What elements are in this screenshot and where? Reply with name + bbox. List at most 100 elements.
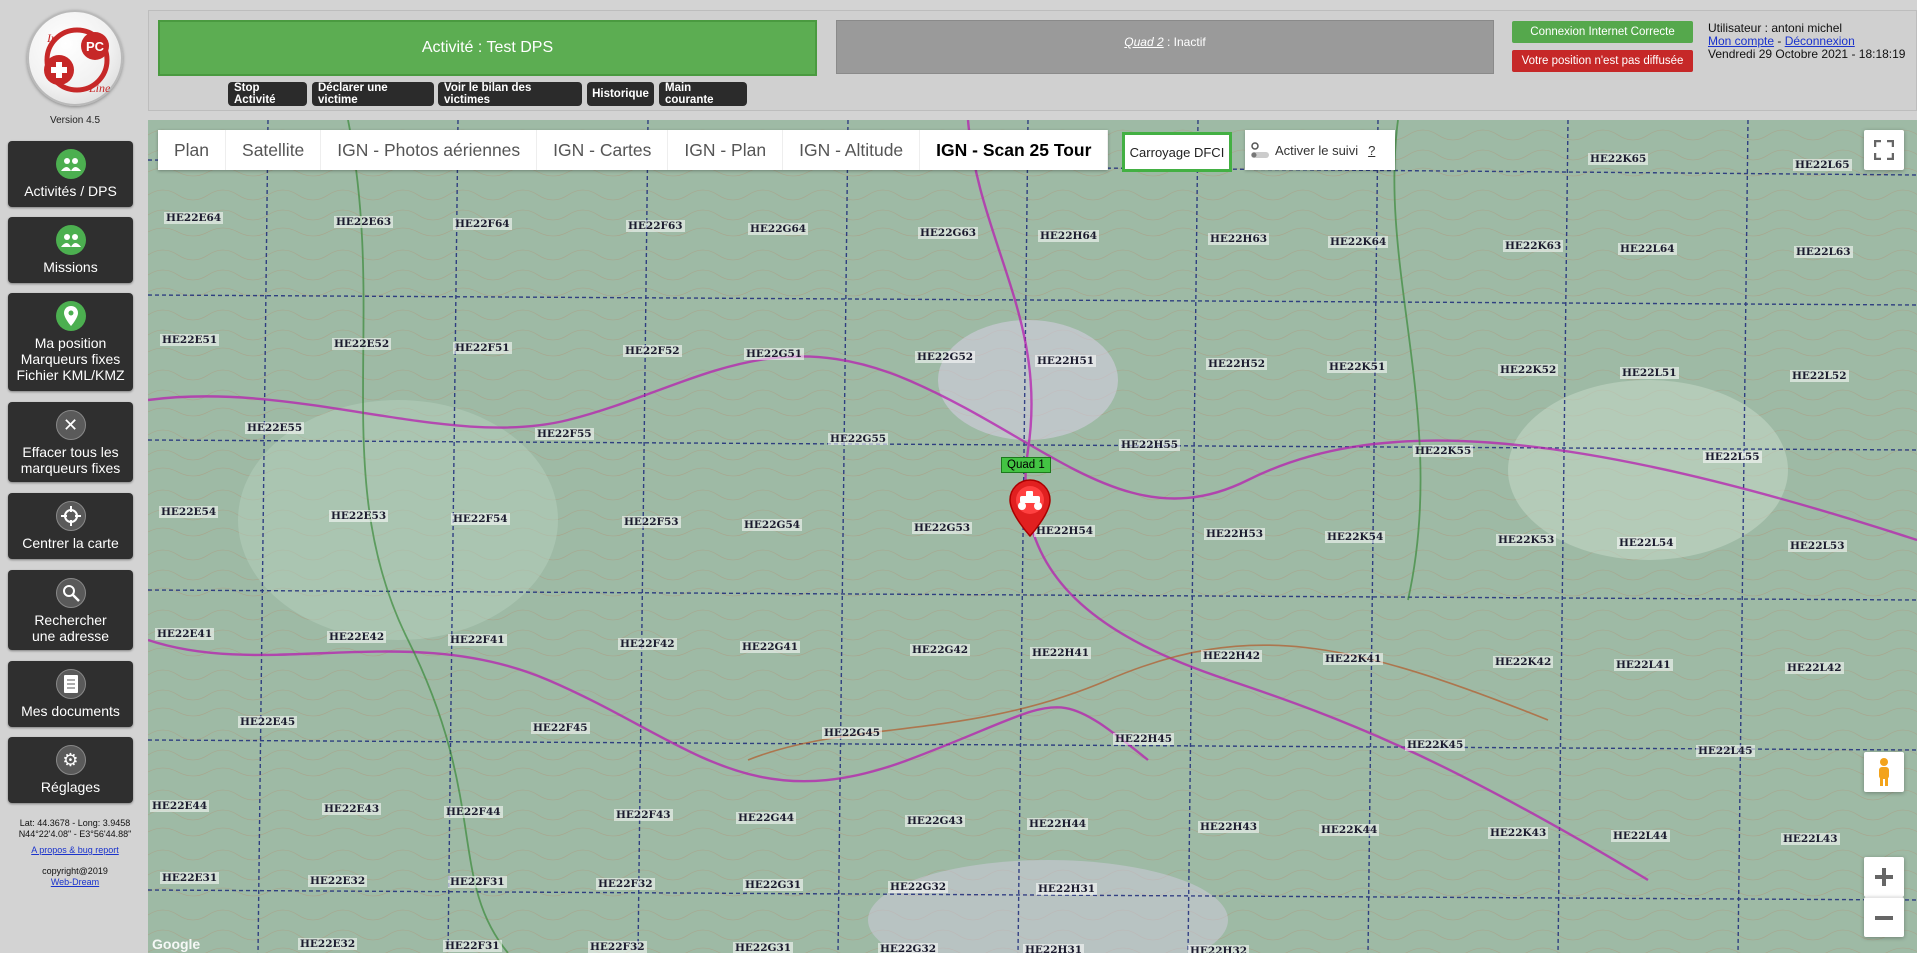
grid-label: HE22K44 [1319,824,1380,836]
grid-label: HE22K54 [1325,531,1386,543]
grid-label: HE22H31 [1023,944,1085,953]
document-icon [55,669,86,699]
center-map-label: Centrer la carte [22,535,119,551]
missions-button[interactable]: Missions [8,217,133,283]
my-account-link[interactable]: Mon compte [1708,34,1774,48]
sidebar: PC In Line Version 4.5 Activités / DPS M… [0,0,140,953]
center-map-button[interactable]: Centrer la carte [8,493,133,559]
my-documents-button[interactable]: Mes documents [8,661,133,727]
gears-icon: ⚙ [55,745,86,775]
tab-plan[interactable]: Plan [158,130,227,170]
grid-label: HE22L64 [1618,243,1677,255]
grid-label: HE22K41 [1323,653,1384,665]
logo-line-text: Line [88,81,111,95]
grid-label: HE22K64 [1328,236,1389,248]
search-address-button[interactable]: Rechercher une adresse [8,570,133,650]
my-position-label: Ma position Marqueurs fixes Fichier KML/… [16,335,125,383]
grid-label: HE22K63 [1503,240,1564,252]
grid-label: HE22E45 [238,716,298,728]
grid-label: HE22H51 [1035,355,1097,367]
grid-label: HE22G64 [748,223,809,235]
quad-name[interactable]: Quad 2 [1124,35,1163,49]
tab-ign-altitude[interactable]: IGN - Altitude [783,130,921,170]
tab-ign-photos[interactable]: IGN - Photos aériennes [321,130,538,170]
fullscreen-button[interactable] [1864,130,1904,170]
grid-label: HE22L55 [1703,451,1762,463]
tab-ign-scan25[interactable]: IGN - Scan 25 Tour [920,130,1109,170]
quad-status-box: Quad 2 : Inactif [836,20,1494,74]
grid-label: HE22L51 [1620,367,1679,379]
position-status-badge: Votre position n'est pas diffusée [1512,50,1693,72]
tab-satellite[interactable]: Satellite [226,130,322,170]
grid-label: HE22F31 [448,876,507,888]
grid-label: HE22K45 [1405,739,1466,751]
carroyage-dfci-toggle[interactable]: Carroyage DFCI [1122,132,1232,172]
map-pin-icon [1009,479,1051,538]
main-courante-button[interactable]: Main courante [659,82,747,106]
logo-in-text: In [46,31,57,45]
grid-label: HE22L42 [1785,662,1844,674]
grid-label: HE22G41 [740,641,801,653]
grid-label: HE22H53 [1204,528,1266,540]
quad-marker-label[interactable]: Quad 1 [1001,457,1051,473]
tab-ign-plan[interactable]: IGN - Plan [668,130,784,170]
grid-label: HE22H64 [1038,230,1100,242]
grid-label: HE22F54 [451,513,510,525]
copyright-text: copyright@2019 [42,866,108,876]
clear-markers-button[interactable]: ✕ Effacer tous les marqueurs fixes [8,402,133,482]
declare-victim-button[interactable]: Déclarer une victime [312,82,434,106]
grid-label: HE22K42 [1493,656,1554,668]
coords-dms: N44°22'4.08" - E3°56'44.88" [18,829,132,839]
grid-label: HE22K53 [1496,534,1557,546]
tracking-control: Activer le suivi ? [1245,130,1395,170]
logout-link[interactable]: Déconnexion [1785,34,1855,48]
grid-label: HE22E32 [298,938,358,950]
street-view-pegman[interactable] [1864,752,1904,792]
history-button[interactable]: Historique [587,82,654,106]
grid-label: HE22K51 [1327,361,1388,373]
tab-ign-cartes[interactable]: IGN - Cartes [537,130,669,170]
fullscreen-icon [1874,140,1894,160]
grid-label: HE22L44 [1611,830,1670,842]
settings-label: Réglages [40,779,101,795]
link-separator: - [1774,34,1785,48]
grid-label: HE22H55 [1119,439,1181,451]
zoom-out-button[interactable] [1864,897,1904,937]
activities-dps-button[interactable]: Activités / DPS [8,141,133,207]
grid-label: HE22L65 [1793,159,1852,171]
settings-button[interactable]: ⚙ Réglages [8,737,133,803]
zoom-in-button[interactable] [1864,857,1904,897]
grid-label: HE22E63 [334,216,394,228]
toggle-switch-icon[interactable] [1245,141,1275,159]
grid-label: HE22H52 [1206,358,1268,370]
grid-label: HE22E44 [150,800,210,812]
about-bug-report-link[interactable]: A propos & bug report [0,845,150,855]
grid-label: HE22K55 [1413,445,1474,457]
grid-label: HE22F55 [535,428,594,440]
grid-label: HE22H31 [1036,883,1098,895]
grid-label: HE22F51 [453,342,512,354]
grid-label: HE22F44 [444,806,503,818]
stop-activity-button[interactable]: Stop Activité [228,82,307,106]
grid-label: HE22L54 [1617,537,1676,549]
grid-label: HE22E41 [155,628,215,640]
my-position-button[interactable]: Ma position Marqueurs fixes Fichier KML/… [8,293,133,391]
grid-label: HE22F45 [531,722,590,734]
grid-label: HE22L53 [1788,540,1847,552]
victims-report-button[interactable]: Voir le bilan des victimes [438,82,582,106]
grid-label: HE22G32 [878,943,939,953]
grid-label: HE22F43 [614,809,673,821]
grid-label: HE22F31 [443,940,502,952]
quad-marker[interactable] [1008,478,1052,543]
tracking-label[interactable]: Activer le suivi [1275,143,1358,158]
tracking-help-link[interactable]: ? [1368,143,1375,158]
grid-label: HE22E32 [308,875,368,887]
grid-label: HE22G43 [905,815,966,827]
grid-label: HE22G31 [743,879,804,891]
group-icon [55,149,86,179]
grid-label: HE22F53 [622,516,681,528]
grid-label: HE22G63 [918,227,979,239]
grid-label: HE22H63 [1208,233,1270,245]
version-label: Version 4.5 [49,115,101,126]
webdream-link[interactable]: Web-Dream [0,877,150,887]
